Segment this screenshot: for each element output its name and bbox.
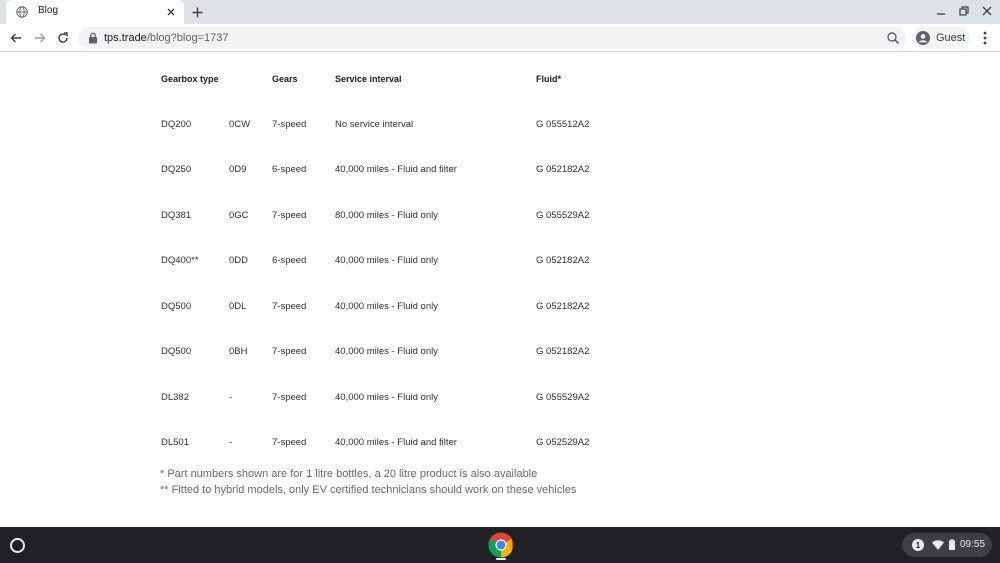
cell-gearbox: DQ200	[161, 119, 192, 130]
cell-gears: 7-speed	[272, 392, 307, 403]
cell-interval: 40,000 miles - Fluid and filter	[335, 437, 457, 448]
url-host: tps.trade	[104, 32, 147, 44]
cell-fluid: G 055512A2	[536, 119, 590, 130]
tab-blog[interactable]: Blog	[6, 0, 184, 24]
browser-toolbar: tps.trade/blog?blog=1737 Guest	[0, 24, 1000, 52]
tab-strip: Blog	[0, 0, 1000, 24]
footnote-hybrid-models: ** Fitted to hybrid models, only EV cert…	[160, 484, 577, 496]
window-close-icon[interactable]	[979, 3, 995, 19]
cell-gears: 6-speed	[272, 164, 307, 175]
cell-code: 0CW	[229, 119, 251, 130]
cell-gears: 7-speed	[272, 301, 307, 312]
cell-interval: No service interval	[335, 119, 414, 130]
footnote-part-numbers: * Part numbers shown are for 1 litre bot…	[160, 468, 538, 480]
cell-fluid: G 052182A2	[536, 346, 590, 357]
cell-fluid: G 055529A2	[536, 210, 590, 221]
close-icon[interactable]	[163, 4, 179, 20]
cell-gearbox: DQ250	[161, 164, 192, 175]
chrome-icon[interactable]	[488, 532, 514, 558]
cell-code: 0BH	[229, 346, 248, 357]
address-bar[interactable]: tps.trade/blog?blog=1737	[78, 27, 906, 49]
cell-gears: 7-speed	[272, 437, 307, 448]
cell-gears: 7-speed	[272, 210, 307, 221]
cell-code: 0DD	[229, 255, 249, 266]
tab-title: Blog	[38, 5, 59, 16]
cell-code: 0D9	[229, 164, 247, 175]
restore-icon[interactable]	[956, 3, 972, 19]
forward-arrow-icon[interactable]	[32, 30, 48, 46]
wifi-icon	[932, 540, 944, 550]
reload-icon[interactable]	[55, 30, 71, 46]
cell-gears: 7-speed	[272, 346, 307, 357]
cell-fluid: G 052182A2	[536, 164, 590, 175]
cell-gearbox: DQ500	[161, 301, 192, 312]
kebab-menu-icon[interactable]	[977, 29, 993, 47]
header-service-interval: Service interval	[335, 74, 402, 84]
globe-icon	[16, 6, 28, 18]
cell-fluid: G 055529A2	[536, 392, 590, 403]
url-path: /blog?blog=1737	[146, 32, 229, 44]
header-gears: Gears	[272, 74, 298, 84]
cell-gearbox: DL501	[161, 437, 189, 448]
profile-label: Guest	[936, 32, 966, 44]
profile-button[interactable]: Guest	[912, 27, 970, 49]
cell-interval: 40,000 miles - Fluid only	[335, 346, 438, 357]
cell-gearbox: DQ381	[161, 210, 192, 221]
os-shelf: 1 09:55	[0, 527, 1000, 563]
cell-code: -	[229, 392, 233, 403]
cell-interval: 40,000 miles - Fluid only	[335, 255, 438, 266]
cell-code: 0GC	[229, 210, 249, 221]
cell-gearbox: DQ500	[161, 346, 192, 357]
header-fluid: Fluid*	[536, 74, 561, 84]
cell-gears: 7-speed	[272, 119, 307, 130]
cell-interval: 40,000 miles - Fluid only	[335, 301, 438, 312]
cell-gearbox: DL382	[161, 392, 189, 403]
cell-gearbox: DQ400**	[161, 255, 199, 266]
url-text: tps.trade/blog?blog=1737	[104, 32, 228, 44]
cell-interval: 80,000 miles - Fluid only	[335, 210, 438, 221]
avatar-icon	[916, 31, 930, 45]
cell-code: 0DL	[229, 301, 247, 312]
lock-icon	[89, 32, 97, 44]
status-tray[interactable]: 1 09:55	[902, 533, 992, 557]
cell-fluid: G 052182A2	[536, 301, 590, 312]
clock: 09:55	[960, 539, 986, 550]
page-content: Gearbox type Gears Service interval Flui…	[0, 52, 1000, 527]
notification-badge[interactable]: 1	[912, 539, 924, 551]
cell-fluid: G 052182A2	[536, 255, 590, 266]
cell-interval: 40,000 miles - Fluid only	[335, 392, 438, 403]
cell-gears: 6-speed	[272, 255, 307, 266]
launcher-icon[interactable]	[10, 538, 25, 553]
cell-code: -	[229, 437, 233, 448]
cell-interval: 40,000 miles - Fluid and filter	[335, 164, 457, 175]
header-gearbox-type: Gearbox type	[161, 74, 219, 84]
active-app-indicator	[496, 558, 506, 560]
battery-icon	[949, 539, 955, 550]
zoom-icon[interactable]	[886, 31, 900, 45]
plus-icon[interactable]	[189, 4, 205, 20]
minimize-icon[interactable]	[933, 3, 949, 19]
back-arrow-icon[interactable]	[8, 30, 24, 46]
cell-fluid: G 052529A2	[536, 437, 590, 448]
